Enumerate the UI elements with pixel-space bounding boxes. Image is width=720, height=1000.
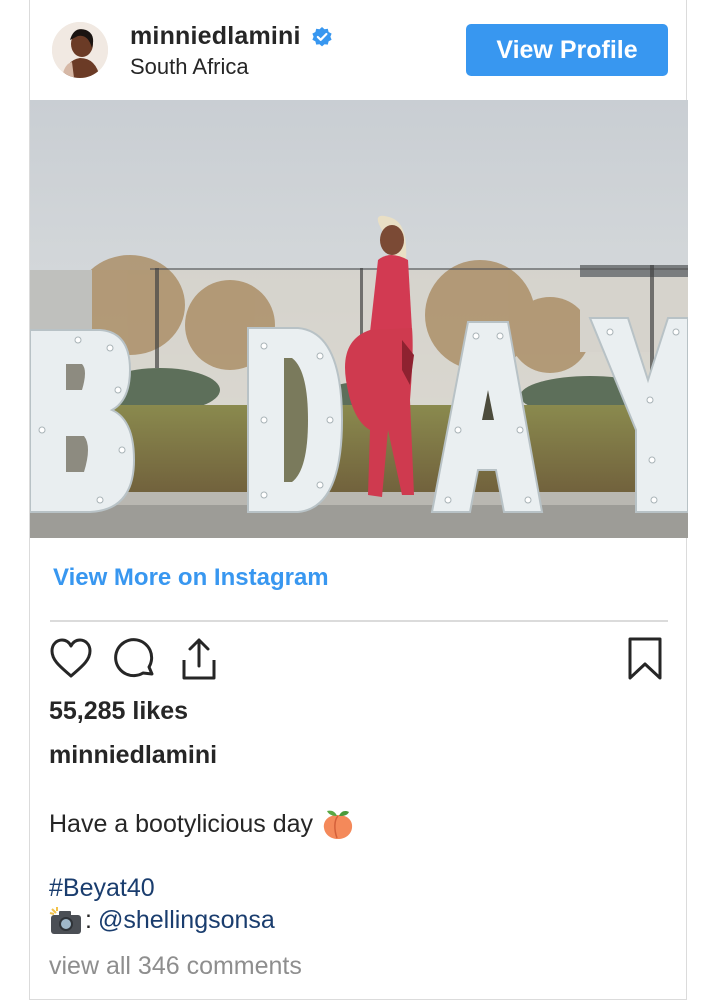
bookmark-icon[interactable]	[622, 636, 668, 682]
caption-username[interactable]: minniedlamini	[49, 741, 217, 770]
avatar[interactable]	[52, 22, 108, 78]
mention-link[interactable]: @shellingsonsa	[98, 906, 275, 935]
caption-text: Have a bootylicious day	[49, 809, 314, 838]
camera-flash-icon	[49, 906, 83, 935]
peach-emoji-icon	[321, 808, 355, 840]
share-icon[interactable]	[176, 636, 222, 682]
marquee-letter-b	[30, 329, 136, 513]
post-photo[interactable]	[30, 100, 688, 538]
post-header: minniedlamini South Africa View Profile	[30, 0, 686, 100]
username-row: minniedlamini	[130, 22, 333, 51]
caption: Have a bootylicious day	[49, 808, 355, 840]
location[interactable]: South Africa	[130, 54, 249, 80]
likes-count[interactable]: 55,285 likes	[49, 697, 188, 726]
verified-badge-icon	[311, 26, 333, 48]
heart-icon[interactable]	[48, 636, 94, 682]
view-more-on-instagram-link[interactable]: View More on Instagram	[53, 564, 329, 592]
comment-icon[interactable]	[112, 636, 158, 682]
credit-separator: :	[85, 906, 92, 934]
divider	[50, 620, 668, 622]
action-bar	[48, 636, 668, 682]
username[interactable]: minniedlamini	[130, 22, 301, 51]
hashtag-link[interactable]: #Beyat40	[49, 874, 155, 903]
view-all-comments-link[interactable]: view all 346 comments	[49, 952, 302, 981]
instagram-embed-card: minniedlamini South Africa View Profile	[29, 0, 688, 1000]
photo-credit: : @shellingsonsa	[49, 906, 275, 935]
view-profile-button[interactable]: View Profile	[466, 24, 668, 76]
